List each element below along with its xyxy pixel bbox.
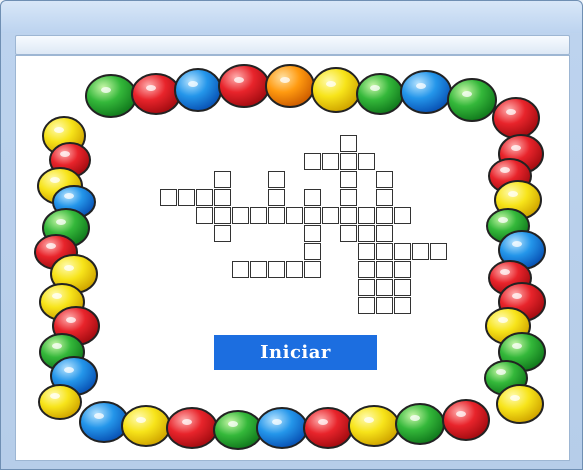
crossword-cell[interactable] (358, 279, 375, 296)
crossword-cell[interactable] (358, 153, 375, 170)
toolbar (15, 35, 570, 55)
crossword-cell[interactable] (178, 189, 195, 206)
crossword-cell[interactable] (340, 135, 357, 152)
crossword-cell[interactable] (286, 207, 303, 224)
crossword-cell[interactable] (412, 243, 429, 260)
crossword-cell[interactable] (376, 243, 393, 260)
crossword-cell[interactable] (376, 225, 393, 242)
crossword-cell[interactable] (376, 189, 393, 206)
crossword-cell[interactable] (358, 207, 375, 224)
crossword-cell[interactable] (304, 189, 321, 206)
crossword-cell[interactable] (376, 207, 393, 224)
crossword-cell[interactable] (160, 189, 177, 206)
crossword-cell[interactable] (340, 207, 357, 224)
crossword-cell[interactable] (376, 171, 393, 188)
crossword-cell[interactable] (304, 225, 321, 242)
crossword-cell[interactable] (304, 207, 321, 224)
start-button[interactable]: Iniciar (214, 335, 377, 370)
crossword-grid[interactable] (16, 56, 569, 460)
crossword-cell[interactable] (196, 207, 213, 224)
crossword-cell[interactable] (214, 207, 231, 224)
crossword-cell[interactable] (358, 261, 375, 278)
crossword-cell[interactable] (322, 207, 339, 224)
crossword-cell[interactable] (340, 153, 357, 170)
crossword-cell[interactable] (214, 189, 231, 206)
crossword-cell[interactable] (322, 153, 339, 170)
crossword-cell[interactable] (304, 243, 321, 260)
crossword-cell[interactable] (340, 225, 357, 242)
crossword-cell[interactable] (358, 243, 375, 260)
app-window: Iniciar (0, 0, 583, 470)
crossword-cell[interactable] (376, 261, 393, 278)
crossword-cell[interactable] (214, 225, 231, 242)
crossword-cell[interactable] (394, 297, 411, 314)
crossword-cell[interactable] (196, 189, 213, 206)
crossword-cell[interactable] (214, 171, 231, 188)
crossword-cell[interactable] (430, 243, 447, 260)
crossword-cell[interactable] (232, 207, 249, 224)
crossword-cell[interactable] (268, 189, 285, 206)
crossword-cell[interactable] (394, 243, 411, 260)
title-bar[interactable] (1, 1, 582, 33)
crossword-cell[interactable] (394, 279, 411, 296)
crossword-cell[interactable] (250, 261, 267, 278)
crossword-cell[interactable] (394, 261, 411, 278)
crossword-cell[interactable] (250, 207, 267, 224)
crossword-cell[interactable] (304, 261, 321, 278)
credit-text (256, 444, 336, 452)
crossword-cell[interactable] (304, 153, 321, 170)
crossword-canvas: Iniciar (15, 55, 570, 461)
crossword-cell[interactable] (286, 261, 303, 278)
crossword-cell[interactable] (358, 225, 375, 242)
crossword-cell[interactable] (376, 279, 393, 296)
crossword-cell[interactable] (358, 297, 375, 314)
crossword-cell[interactable] (340, 189, 357, 206)
crossword-cell[interactable] (340, 171, 357, 188)
crossword-cell[interactable] (232, 261, 249, 278)
crossword-cell[interactable] (394, 207, 411, 224)
crossword-cell[interactable] (376, 297, 393, 314)
crossword-cell[interactable] (268, 261, 285, 278)
crossword-cell[interactable] (268, 207, 285, 224)
crossword-cell[interactable] (268, 171, 285, 188)
